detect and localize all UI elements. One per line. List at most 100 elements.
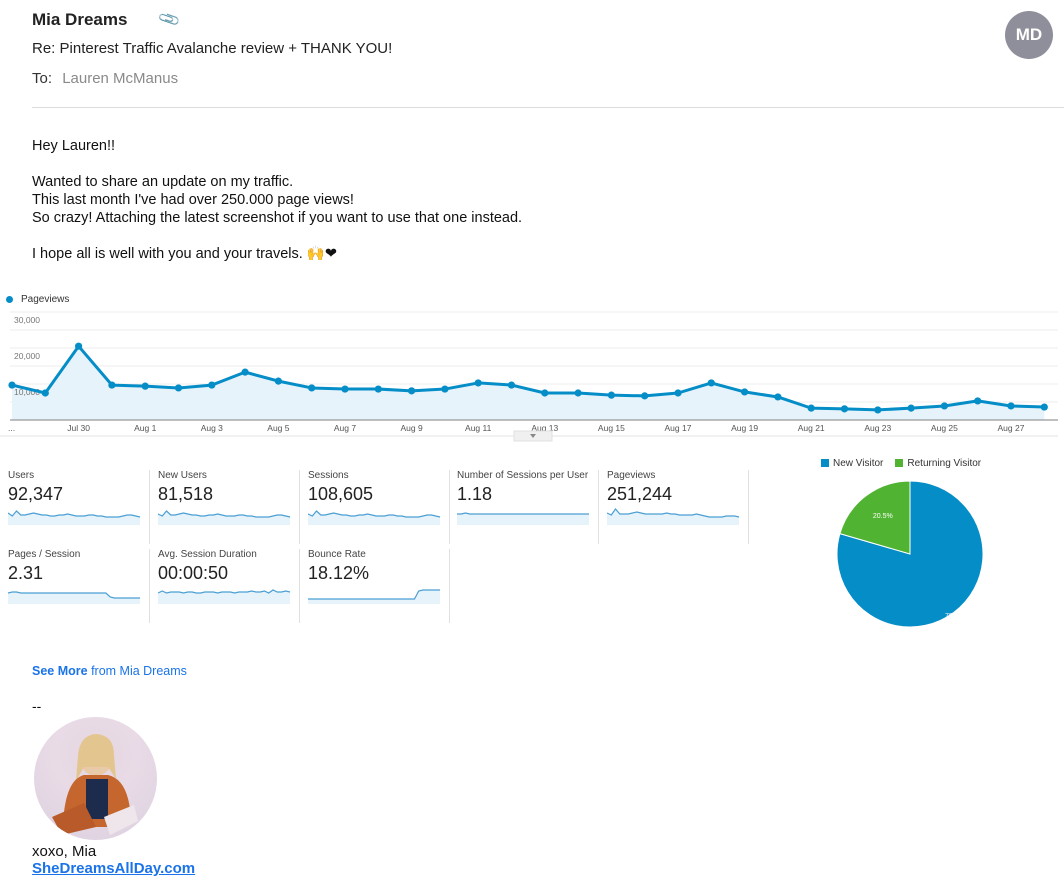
- x-tick-label: Aug 21: [798, 423, 825, 433]
- sparkline-area: [8, 511, 140, 525]
- header-divider: [32, 107, 1064, 108]
- x-tick-label: Aug 7: [334, 423, 356, 433]
- x-tick-label: ...: [8, 423, 15, 433]
- data-point: [874, 406, 882, 414]
- y-tick-label: 30,000: [14, 315, 40, 325]
- x-tick-label: Aug 27: [998, 423, 1025, 433]
- metric-label: Users: [8, 470, 35, 481]
- see-more-link[interactable]: See More from Mia Dreams: [32, 664, 187, 678]
- data-point: [41, 389, 49, 397]
- data-point: [707, 379, 715, 387]
- sparkline: [607, 508, 740, 525]
- heart-icon: ❤: [324, 246, 338, 262]
- data-point: [607, 391, 616, 399]
- data-point: [774, 393, 782, 401]
- metric-card[interactable]: Number of Sessions per User 1.18: [449, 470, 599, 544]
- metric-label: Pages / Session: [8, 549, 81, 560]
- sparkline: [158, 589, 291, 604]
- sparkline-area: [308, 590, 440, 604]
- website-link[interactable]: SheDreamsAllDay.com: [32, 860, 195, 877]
- recipient-name[interactable]: Lauren McManus: [62, 70, 178, 87]
- to-label: To:: [32, 70, 53, 87]
- x-tick-label: Aug 25: [931, 423, 958, 433]
- metric-card[interactable]: Pages / Session 2.31: [0, 549, 150, 623]
- data-point: [674, 389, 682, 397]
- data-point: [641, 392, 649, 400]
- portrait-illustration: [52, 734, 138, 835]
- x-tick-label: Aug 9: [400, 423, 422, 433]
- data-point: [541, 389, 549, 397]
- metric-card[interactable]: Pageviews 251,244: [599, 470, 749, 544]
- data-point: [108, 381, 116, 389]
- pie-slice-label: 79.5%: [945, 613, 965, 620]
- x-tick-label: Aug 3: [201, 423, 223, 433]
- data-point: [907, 404, 915, 412]
- pie-slice-label: 20.5%: [873, 513, 893, 520]
- metric-label: Number of Sessions per User: [457, 470, 589, 481]
- data-point: [840, 405, 849, 413]
- body-line-4-text: I hope all is well with you and your tra…: [32, 246, 303, 262]
- metric-value: 81,518: [158, 484, 214, 504]
- signature-closing: xoxo, Mia: [32, 843, 97, 860]
- metric-label: New Users: [158, 470, 207, 481]
- recipient-line: To: Lauren McManus: [32, 70, 178, 87]
- body-line-2: This last month I've had over 250.000 pa…: [32, 192, 354, 208]
- metric-card[interactable]: Sessions 108,605: [300, 470, 450, 544]
- data-point: [1007, 402, 1015, 410]
- metric-value: 251,244: [607, 484, 673, 504]
- metric-value: 1.18: [457, 484, 493, 504]
- data-point: [341, 385, 349, 393]
- metric-value: 108,605: [308, 484, 374, 504]
- body-line-3: So crazy! Attaching the latest screensho…: [32, 210, 523, 226]
- x-tick-label: Aug 11: [465, 423, 492, 433]
- sparkline-area: [457, 513, 589, 525]
- sparkline: [308, 589, 440, 604]
- data-point: [174, 384, 183, 392]
- pageviews-chart: 30,00020,00010,000... Jul 30 Aug 1 Aug 3 Aug…: [0, 311, 1058, 442]
- paperclip-icon[interactable]: 📎: [157, 7, 182, 32]
- sparkline-area: [158, 511, 290, 525]
- data-point: [474, 379, 482, 387]
- body-line-1: Wanted to share an update on my traffic.: [32, 174, 294, 190]
- data-point: [1040, 403, 1048, 411]
- x-tick-label: Aug 15: [598, 423, 625, 433]
- data-point: [274, 377, 282, 385]
- sparkline: [158, 510, 291, 525]
- legend-new-visitor-label: New Visitor: [833, 458, 884, 469]
- x-tick-label: Aug 19: [731, 423, 758, 433]
- metric-value: 00:00:50: [158, 563, 229, 583]
- signature-photo: [34, 717, 157, 840]
- metric-card[interactable]: Users 92,347: [0, 470, 150, 544]
- metric-card[interactable]: Avg. Session Duration 00:00:50: [150, 549, 300, 623]
- data-point: [741, 388, 749, 396]
- legend-label-pageviews: Pageviews: [21, 294, 70, 305]
- data-point: [208, 381, 216, 389]
- data-point: [574, 389, 582, 397]
- metric-label: Bounce Rate: [308, 549, 366, 560]
- data-point: [974, 397, 982, 405]
- data-point: [507, 381, 516, 389]
- metric-card[interactable]: New Users 81,518: [150, 470, 300, 544]
- data-point: [441, 385, 449, 393]
- sparkline: [457, 512, 589, 525]
- x-tick-label: Aug 5: [267, 423, 289, 433]
- see-more-bold[interactable]: See More: [32, 664, 88, 678]
- body-line-4: I hope all is well with you and your tra…: [32, 245, 522, 263]
- metric-label: Pageviews: [607, 470, 656, 481]
- y-tick-label: 20,000: [14, 351, 40, 361]
- swatch-icon: [895, 459, 904, 467]
- legend-returning-visitor: Returning Visitor: [895, 458, 981, 469]
- x-tick-label: Aug 1: [134, 423, 156, 433]
- sender-avatar[interactable]: MD: [1005, 11, 1053, 59]
- data-point: [75, 342, 83, 350]
- metric-card[interactable]: Bounce Rate 18.12%: [300, 549, 450, 623]
- legend-returning-visitor-label: Returning Visitor: [907, 458, 982, 469]
- sparkline-line: [457, 512, 589, 515]
- see-more-rest[interactable]: from Mia Dreams: [88, 664, 187, 678]
- data-point: [308, 384, 316, 392]
- sparkline: [8, 510, 141, 525]
- email-body: Hey Lauren!! Wanted to share an update o…: [32, 137, 522, 263]
- x-tick-label: Aug 17: [665, 423, 692, 433]
- x-tick-label: Aug 23: [864, 423, 891, 433]
- visitor-pie-chart: 79.5% 20.5%: [836, 480, 984, 628]
